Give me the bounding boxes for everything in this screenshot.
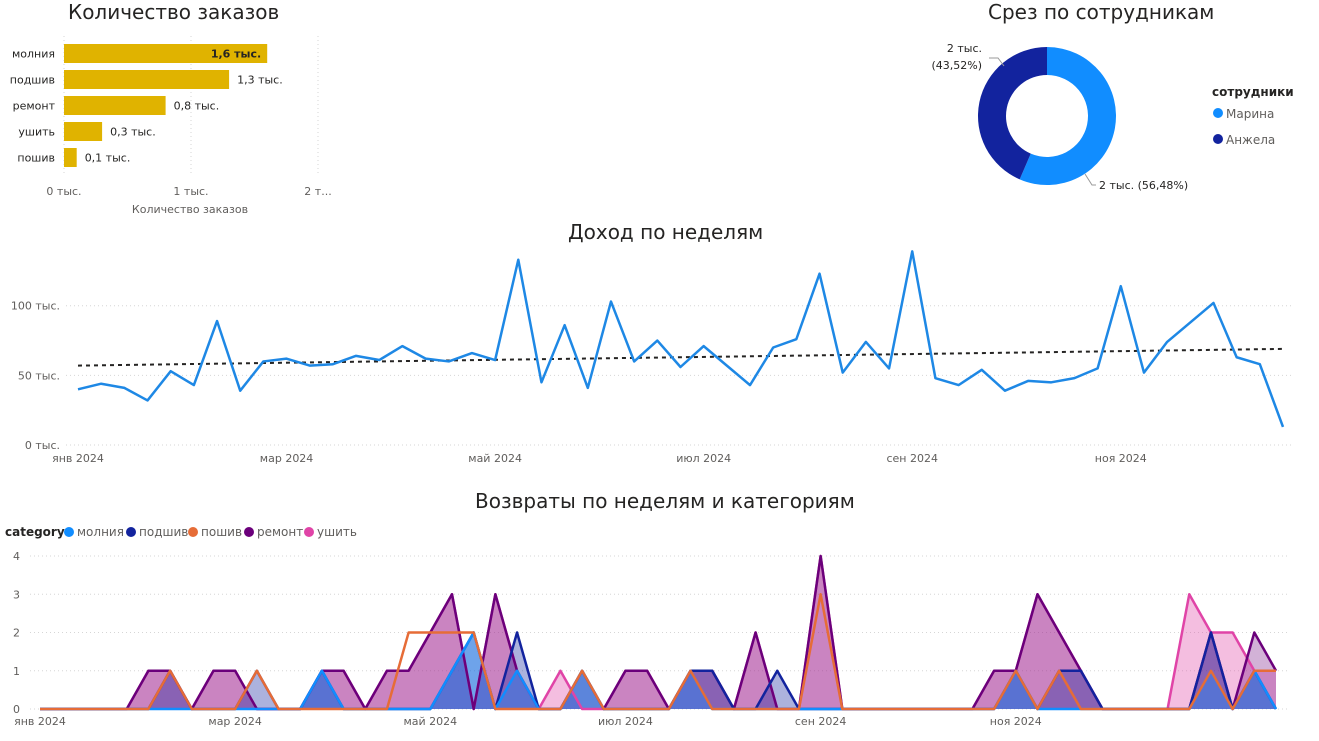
revenue-line-chart: 0 тыс. 50 тыс. 100 тыс. янв 2024 мар 2024 май…	[11, 250, 1292, 465]
returns-legend-item: ремонт	[257, 525, 303, 539]
staff-legend-item: Анжела	[1226, 133, 1275, 147]
returns-x-tick: ноя 2024	[990, 715, 1042, 728]
orders-category-label: пошив	[17, 152, 55, 165]
returns-legend-marker	[244, 527, 254, 537]
orders-category-label: молния	[12, 48, 55, 61]
staff-legend-marker	[1213, 134, 1223, 144]
orders-category-label: подшив	[10, 74, 55, 87]
revenue-x-tick: июл 2024	[676, 452, 731, 465]
returns-legend-item: пошив	[201, 525, 242, 539]
revenue-title: Доход по неделям	[568, 220, 764, 244]
returns-area-chart: category молния подшив пошив ремонт ушить0123…	[5, 525, 1290, 728]
staff-data-label: 2 тыс. (56,48%)	[1099, 179, 1188, 192]
orders-data-label: 0,3 тыс.	[110, 126, 156, 139]
returns-x-tick: янв 2024	[14, 715, 66, 728]
staff-donut-chart: 2 тыс. (56,48%) 2 тыс. (43,52%) сотрудники М…	[931, 42, 1294, 192]
returns-legend-marker	[126, 527, 136, 537]
returns-legend-item: молния	[77, 525, 124, 539]
orders-x-axis-title: Количество заказов	[132, 203, 248, 216]
returns-legend-item: ушить	[317, 525, 357, 539]
revenue-y-tick: 100 тыс.	[11, 300, 60, 313]
staff-title: Срез по сотрудникам	[988, 0, 1215, 24]
returns-y-tick: 4	[13, 550, 20, 563]
returns-legend-marker	[188, 527, 198, 537]
orders-category-label: ушить	[18, 126, 55, 139]
returns-x-tick: мар 2024	[208, 715, 262, 728]
revenue-x-tick: сен 2024	[886, 452, 938, 465]
staff-legend-title: сотрудники	[1212, 85, 1294, 99]
revenue-y-tick: 0 тыс.	[25, 439, 60, 452]
orders-x-tick: 1 тыс.	[173, 185, 208, 198]
orders-x-tick: 2 т...	[304, 185, 331, 198]
orders-bar	[64, 122, 103, 141]
returns-title: Возвраты по неделям и категориям	[475, 489, 855, 513]
returns-y-tick: 3	[13, 588, 20, 601]
revenue-x-tick: май 2024	[468, 452, 522, 465]
staff-legend-marker	[1213, 108, 1223, 118]
orders-category-label: ремонт	[13, 100, 56, 113]
orders-x-tick: 0 тыс.	[46, 185, 81, 198]
orders-data-label: 1,6 тыс.	[211, 48, 261, 61]
returns-legend-item: подшив	[139, 525, 188, 539]
orders-data-label: 0,8 тыс.	[174, 100, 220, 113]
staff-leader-line	[1084, 173, 1096, 186]
staff-data-label: 2 тыс.	[947, 42, 982, 55]
staff-legend-item: Марина	[1226, 107, 1274, 121]
returns-x-tick: май 2024	[403, 715, 457, 728]
orders-data-label: 0,1 тыс.	[85, 152, 131, 165]
returns-x-tick: июл 2024	[598, 715, 653, 728]
orders-data-label: 1,3 тыс.	[237, 74, 283, 87]
orders-title: Количество заказов	[68, 0, 280, 24]
returns-y-tick: 1	[13, 665, 20, 678]
returns-legend-title: category	[5, 525, 65, 539]
revenue-x-tick: мар 2024	[260, 452, 314, 465]
returns-x-tick: сен 2024	[795, 715, 847, 728]
returns-legend-marker	[304, 527, 314, 537]
revenue-series-line	[77, 250, 1285, 428]
orders-bar-chart: 0 тыс. 1 тыс. 2 т... молния 1,6 тыс. подшив 1,…	[10, 36, 332, 216]
revenue-y-tick: 50 тыс.	[18, 369, 60, 382]
staff-data-label: (43,52%)	[931, 59, 982, 72]
returns-legend-marker	[64, 527, 74, 537]
revenue-x-tick: янв 2024	[52, 452, 104, 465]
orders-bar	[64, 70, 230, 89]
revenue-x-tick: ноя 2024	[1095, 452, 1147, 465]
orders-bar	[64, 96, 166, 115]
returns-y-tick: 2	[13, 627, 20, 640]
orders-bar	[64, 148, 77, 167]
